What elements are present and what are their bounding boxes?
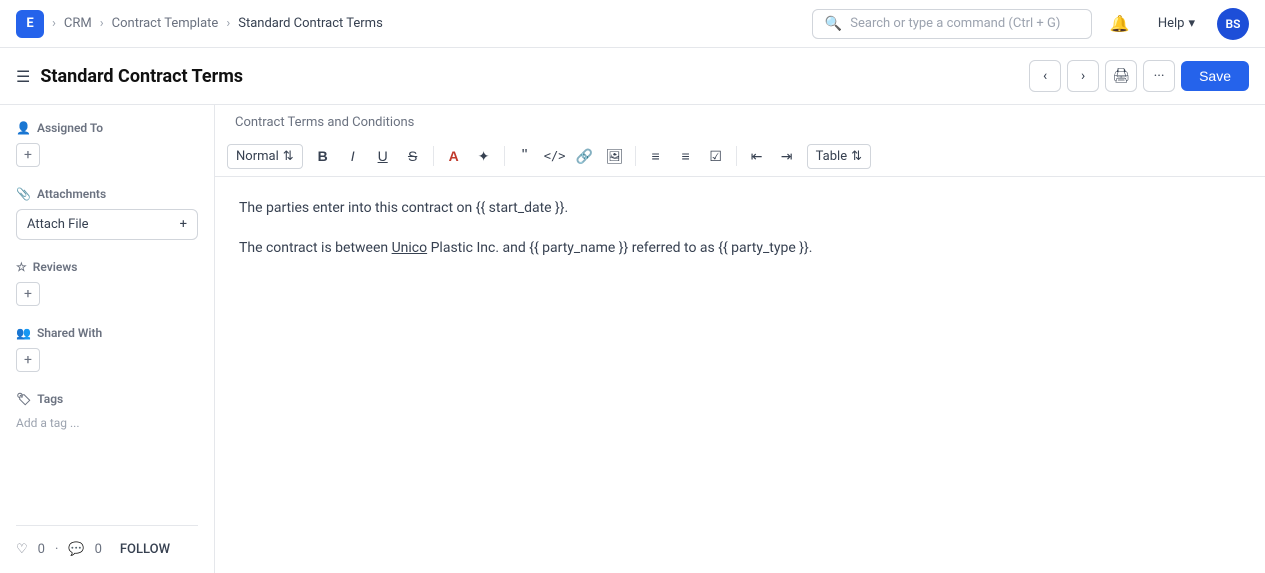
table-chevron-icon: ⇅	[851, 149, 862, 164]
format-select-label: Normal	[236, 149, 279, 164]
tag-icon: 🏷	[16, 392, 31, 406]
help-button[interactable]: Help ▾	[1148, 10, 1205, 37]
assigned-to-section: 👤 Assigned To +	[16, 121, 198, 167]
app-icon[interactable]: E	[16, 10, 44, 38]
table-select[interactable]: Table ⇅	[807, 144, 871, 169]
indent-right-button[interactable]: ⇥	[773, 142, 801, 170]
dot-sep: ·	[55, 542, 58, 557]
help-label: Help	[1158, 16, 1185, 31]
likes-count: 0	[38, 542, 45, 557]
blockquote-button[interactable]: "	[511, 142, 539, 170]
tags-title: 🏷 Tags	[16, 392, 198, 406]
next-button[interactable]: ›	[1067, 60, 1099, 92]
tags-label: Tags	[37, 392, 63, 406]
toolbar-sep1	[433, 146, 434, 166]
attach-file-label: Attach File	[27, 217, 89, 232]
reviews-section: ☆ Reviews +	[16, 260, 198, 306]
star-icon: ☆	[16, 260, 27, 274]
help-chevron-icon: ▾	[1188, 16, 1195, 31]
editor-area: Contract Terms and Conditions Normal ⇅ B…	[215, 105, 1265, 573]
comment-icon: 💬	[68, 542, 84, 557]
strikethrough-button[interactable]: S	[399, 142, 427, 170]
sidebar: 👤 Assigned To + 📎 Attachments Attach Fil…	[0, 105, 215, 573]
attachments-label: Attachments	[37, 187, 106, 201]
notification-button[interactable]: 🔔	[1104, 8, 1136, 40]
search-icon: 🔍	[825, 16, 842, 32]
toolbar-sep4	[736, 146, 737, 166]
editor-section-label: Contract Terms and Conditions	[215, 105, 1265, 136]
tags-section: 🏷 Tags Add a tag ...	[16, 392, 198, 430]
format-select[interactable]: Normal ⇅	[227, 144, 303, 169]
topnav-right: 🔍 Search or type a command (Ctrl + G) 🔔 …	[812, 8, 1249, 40]
follow-button[interactable]: FOLLOW	[120, 542, 170, 557]
user-avatar[interactable]: BS	[1217, 8, 1249, 40]
table-select-label: Table	[816, 149, 847, 164]
search-bar[interactable]: 🔍 Search or type a command (Ctrl + G)	[812, 9, 1092, 39]
assigned-to-label: Assigned To	[37, 121, 103, 135]
attach-file-button[interactable]: Attach File +	[16, 209, 198, 240]
unico-text: Unico	[392, 240, 428, 256]
underline-button[interactable]: U	[369, 142, 397, 170]
assigned-to-title: 👤 Assigned To	[16, 121, 198, 135]
reviews-add-button[interactable]: +	[16, 282, 40, 306]
code-button[interactable]: </>	[541, 142, 569, 170]
editor-content[interactable]: The parties enter into this contract on …	[215, 177, 1265, 573]
shared-with-label: Shared With	[37, 326, 102, 340]
attachments-section: 📎 Attachments Attach File +	[16, 187, 198, 240]
bold-button[interactable]: B	[309, 142, 337, 170]
page-header: ☰ Standard Contract Terms ‹ › 🖨 ··· Save	[0, 48, 1265, 105]
shared-with-section: 👥 Shared With +	[16, 326, 198, 372]
add-tag-button[interactable]: Add a tag ...	[16, 416, 198, 430]
editor-paragraph-1: The parties enter into this contract on …	[239, 197, 1241, 221]
menu-icon[interactable]: ☰	[16, 67, 30, 86]
editor-toolbar: Normal ⇅ B I U S A ✦ " </> 🔗 🖼 ≡ ≡ ☑ ⇤ ⇥	[215, 136, 1265, 177]
paperclip-icon: 📎	[16, 187, 31, 201]
page-title: Standard Contract Terms	[40, 66, 243, 87]
comments-count: 0	[95, 542, 102, 557]
breadcrumb-area: E › CRM › Contract Template › Standard C…	[16, 10, 383, 38]
italic-button[interactable]: I	[339, 142, 367, 170]
checklist-button[interactable]: ☑	[702, 142, 730, 170]
attach-file-plus-icon: +	[180, 217, 187, 232]
reviews-title: ☆ Reviews	[16, 260, 198, 274]
text-color-button[interactable]: A	[440, 142, 468, 170]
breadcrumb-crm[interactable]: CRM	[64, 16, 92, 31]
more-options-button[interactable]: ···	[1143, 60, 1175, 92]
shared-with-title: 👥 Shared With	[16, 326, 198, 340]
page-header-right: ‹ › 🖨 ··· Save	[1029, 60, 1249, 92]
attachments-title: 📎 Attachments	[16, 187, 198, 201]
editor-paragraph-2: The contract is between Unico Plastic In…	[239, 237, 1241, 261]
breadcrumb-current: Standard Contract Terms	[238, 16, 383, 31]
person-icon: 👤	[16, 121, 31, 135]
ordered-list-button[interactable]: ≡	[642, 142, 670, 170]
toolbar-sep2	[504, 146, 505, 166]
sep2: ›	[100, 16, 104, 31]
print-button[interactable]: 🖨	[1105, 60, 1137, 92]
search-placeholder: Search or type a command (Ctrl + G)	[850, 16, 1060, 31]
indent-left-button[interactable]: ⇤	[743, 142, 771, 170]
link-button[interactable]: 🔗	[571, 142, 599, 170]
save-button[interactable]: Save	[1181, 61, 1249, 91]
topnav: E › CRM › Contract Template › Standard C…	[0, 0, 1265, 48]
assigned-to-add-button[interactable]: +	[16, 143, 40, 167]
sep1: ›	[52, 16, 56, 31]
like-icon: ♡	[16, 542, 28, 557]
group-icon: 👥	[16, 326, 31, 340]
main-layout: 👤 Assigned To + 📎 Attachments Attach Fil…	[0, 105, 1265, 573]
prev-button[interactable]: ‹	[1029, 60, 1061, 92]
highlight-button[interactable]: ✦	[470, 142, 498, 170]
unordered-list-button[interactable]: ≡	[672, 142, 700, 170]
sep3: ›	[226, 16, 230, 31]
breadcrumb-contract-template[interactable]: Contract Template	[112, 16, 219, 31]
page-header-left: ☰ Standard Contract Terms	[16, 66, 243, 87]
image-button[interactable]: 🖼	[601, 142, 629, 170]
reviews-label: Reviews	[33, 260, 78, 274]
shared-with-add-button[interactable]: +	[16, 348, 40, 372]
format-chevron-icon: ⇅	[283, 149, 294, 164]
toolbar-sep3	[635, 146, 636, 166]
